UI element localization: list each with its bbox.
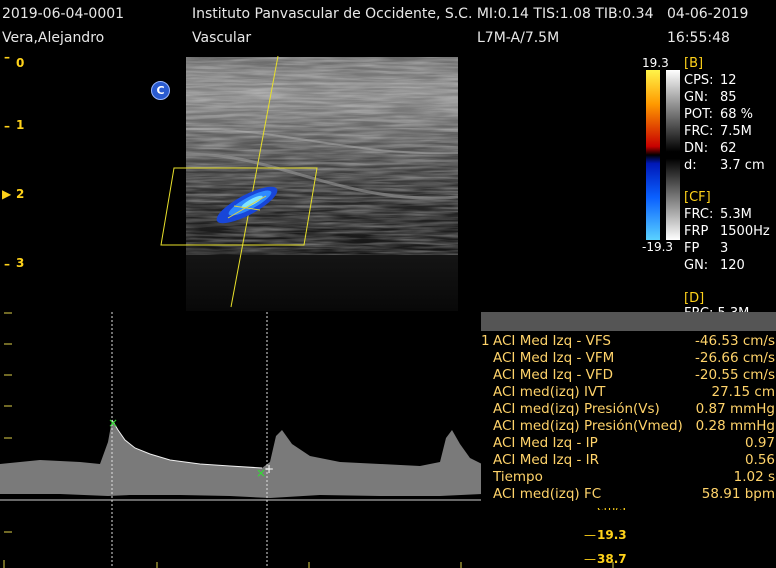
measurement-value: 0.28 mmHg [695, 418, 775, 434]
cf-param-value: 3 [720, 241, 729, 256]
d-section-title: [D] [684, 291, 705, 306]
b-mode-param-label: DN: [684, 141, 709, 156]
grayscale-bar [666, 70, 680, 240]
b-mode-param-value: 12 [720, 73, 737, 88]
measurement-name: ACI med(izq) FC [493, 486, 602, 502]
velocity-label-2: 38.7 [597, 552, 627, 566]
measurement-value: -20.55 cm/s [695, 367, 775, 383]
b-mode-param-value: 68 % [720, 107, 754, 122]
b-mode-param-label: POT: [684, 107, 713, 122]
cf-section-title: [CF] [684, 190, 711, 205]
b-mode-section-title: [B] [684, 56, 704, 71]
measurement-name: ACI med(izq) Presión(Vmed) [493, 418, 683, 434]
measurement-row[interactable]: Tiempo 1.02 s [481, 469, 776, 486]
velocity-label-1: 19.3 [597, 528, 627, 542]
measurement-value: -26.66 cm/s [695, 350, 775, 366]
cursor-cross-icon: + [264, 462, 274, 476]
color-velocity-bar [646, 70, 660, 240]
cf-param-label: FP [684, 241, 700, 256]
cf-param-label: GN: [684, 258, 709, 273]
spectral-waveform [0, 420, 482, 498]
measurement-index: 1 [481, 333, 490, 349]
measurement-row[interactable]: ACI Med Izq - VFM -26.66 cm/s [481, 350, 776, 367]
b-mode-param-label: CPS: [684, 73, 714, 88]
cf-param-value: 120 [720, 258, 745, 273]
measurement-row[interactable]: ACI med(izq) Presión(Vs) 0.87 mmHg [481, 401, 776, 418]
measurement-name: ACI med(izq) Presión(Vs) [493, 401, 660, 417]
measurement-value: 27.15 cm [711, 384, 775, 400]
measurement-name: ACI Med Izq - VFD [493, 367, 613, 383]
measurement-value: 0.97 [744, 435, 775, 451]
measurement-row[interactable]: ACI med(izq) FC 58.91 bpm [481, 486, 776, 503]
cf-param-label: FRC: [684, 207, 714, 222]
color-scale-min: -19.3 [642, 240, 674, 254]
measurement-value: 58.91 bpm [701, 486, 775, 502]
b-mode-param-label: d: [684, 158, 697, 173]
b-mode-param-label: FRC: [684, 124, 714, 139]
measurement-name: Tiempo [493, 469, 543, 485]
measurement-row[interactable]: ACI Med Izq - VFD -20.55 cm/s [481, 367, 776, 384]
measurement-row[interactable]: ACI Med Izq - IR 0.56 [481, 452, 776, 469]
b-mode-param-value: 62 [720, 141, 737, 156]
measurement-name: ACI med(izq) IVT [493, 384, 606, 400]
measurement-row[interactable]: ACI med(izq) Presión(Vmed) 0.28 mmHg [481, 418, 776, 435]
velocity-tick: — [584, 552, 596, 566]
b-mode-param-value: 85 [720, 90, 737, 105]
measurement-row[interactable]: 1 ACI Med Izq - VFS -46.53 cm/s [481, 333, 776, 350]
measurement-row[interactable]: ACI med(izq) IVT 27.15 cm [481, 384, 776, 401]
measurement-name: ACI Med Izq - IR [493, 452, 599, 468]
caliper-systolic-icon: × [108, 416, 118, 430]
measurement-name: ACI Med Izq - VFS [493, 333, 611, 349]
b-mode-param-value: 7.5M [720, 124, 752, 139]
measurement-value: 0.56 [744, 452, 775, 468]
measurement-row[interactable]: ACI Med Izq - IP 0.97 [481, 435, 776, 452]
measurement-value: -46.53 cm/s [695, 333, 775, 349]
measurement-value: 1.02 s [733, 469, 775, 485]
measurement-panel: 1 ACI Med Izq - VFS -46.53 cm/s ACI Med Izq… [481, 312, 776, 508]
measurement-name: ACI Med Izq - IP [493, 435, 598, 451]
color-scale-max: 19.3 [642, 56, 669, 70]
cf-param-label: FRP [684, 224, 709, 239]
doppler-cursor-line [230, 55, 279, 308]
b-mode-param-value: 3.7 cm [720, 158, 765, 173]
b-mode-param-label: GN: [684, 90, 709, 105]
velocity-tick: — [584, 528, 596, 542]
cf-param-value: 5.3M [720, 207, 752, 222]
measurement-panel-header [481, 312, 776, 331]
measurement-name: ACI Med Izq - VFM [493, 350, 615, 366]
cf-param-value: 1500Hz [720, 224, 770, 239]
measurement-value: 0.87 mmHg [695, 401, 775, 417]
